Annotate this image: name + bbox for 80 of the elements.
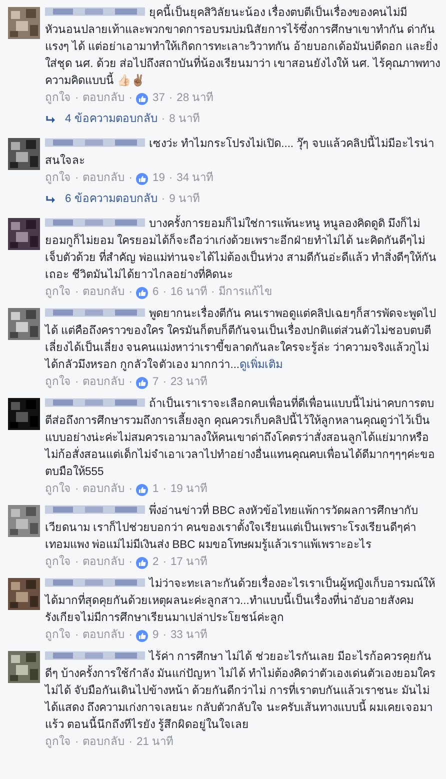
see-more-link[interactable]: ดูเพิ่มเติม [240,359,283,371]
separator: · [75,375,79,390]
like-count-icon [136,376,148,388]
comment-text: ยุคนี้เป็นยุคสิวิลัยนะน้อง เรื่องตบตีเป็นเรื่องของคนไม่มีหัวนอนปลายเท้าและพวกขาดการอบรมบ่มนิสัยการไร้ซึ่งการศึกษาเขาทำกัน ด่ากันแรงๆ ได้ แต่อย่าเอามาทำให้เกิดการทะเลาะวิวาทกัน อ้ายบอกเด้อมันบ่ดีดอก และยิ่งใส่ชุด นศ. ด้วย ส่อไปถึงสถาบันที่น้องเรียนมาว่า เขาสอนยังไงให้ นศ. ไร้คุณภาพทางความคิดแบบนี้ 👍🏻✌🏽 [45,5,440,90]
like-count-icon [136,556,148,568]
timestamp[interactable]: 21 นาที [136,734,174,751]
timestamp: 8 นาที [169,112,200,127]
like-count-icon [136,630,148,642]
like-count: 2 [152,555,159,570]
separator: · [161,112,166,127]
separator: · [162,482,166,497]
like-link[interactable]: ถูกใจ [45,627,71,644]
separator: · [75,171,79,186]
like-link[interactable]: ถูกใจ [45,374,71,391]
like-count-icon [136,92,148,104]
like-link[interactable]: ถูกใจ [45,554,71,571]
timestamp[interactable]: 19 นาที [170,481,207,498]
like-count: 1 [152,482,159,497]
separator: · [128,91,132,106]
separator: · [75,285,79,300]
like-count: 19 [152,171,165,186]
timestamp[interactable]: 33 นาที [170,627,207,644]
like-count-icon [136,286,148,298]
separator: · [128,555,132,570]
comment-text: ไร้ค่า การศึกษา ไม่ได้ ช่วยอะไรกันเลย มีอะไรก้อควรคุยกันดีๆ บ้างครั้งการใช้กำลัง มันแก่ปัญหา ไม่ได้ ทำไม่ต้องคิดว่าตัวเองเด่นตัวเองยอมใครไม่ได้ จับมือกันเดินไปข้างหน้า ด้วยกันดีกว่าไม่ การที่เราตบกันแล้วเราชนะ มันไม่ได้แสดง ถึงความเก่งกาจเลยนะ กลับตัวกลับใจ นะครับเส้นทางแบบนี้ ผมเคยเจอมาแร้ว ตอนนี้นึกถึงทีไรยัง รู้สึกผิดอยู่ในใจเลย [45,649,436,733]
separator: · [162,628,166,643]
like-count: 6 [152,285,159,300]
separator: · [211,285,215,300]
like-link[interactable]: ถูกใจ [45,284,71,301]
like-count-icon [136,484,148,496]
edited-label[interactable]: มีการแก้ไข [218,284,273,301]
separator: · [128,171,132,186]
like-count: 9 [152,628,159,643]
reply-arrow-icon [45,114,57,124]
like-count: 37 [152,91,165,106]
comment-text: บางครั้งการยอมก็ไม่ใช่การแพ้นะหนู หนูลองคิดดูดิ มึงก็ไม่ยอมกูก็ไม่ยอม ใครยอมได้ก็จะถือว่าเก่งด้วยเพราะอีกฝ่ายทำไม่ได้ นะคิดกันดีๆไม่เจ็บตัวด้วย ที่สำคัญ พ่อแม่ท่านจะได้ไม่ต้องเป็นห่วง สามดีกันอ่ะดีแล้ว ทำสิ่งดีๆให้กันเถอะ ชีวิตมันไม่ได้ยาวไกลอย่างที่คิดนะ [45,216,440,284]
reply-link[interactable]: ตอบกลับ [82,481,125,498]
separator: · [128,375,132,390]
separator: · [75,91,79,106]
like-link[interactable]: ถูกใจ [45,734,71,751]
replies-link[interactable]: 6 ข้อความตอบกลับ [65,191,158,208]
separator: · [162,285,166,300]
comment-text: พูดยากนะเรื่องตีกัน คนเราพอดูแต่คลิปเฉยๆก็สารพัดจะพูดไปได้ แต่คือถึงคราวของใคร ใครมันก็ตบก็ตีกันจนเป็นเรื่องปกติแต่ส่วนตัวไม่ชอบตบตี เลี่ยงได้เป็นเลี่ยง จนคนแม่งหาว่าเราขี้ขลาดกันละใครจะรู้ล่ะ ว่าความจริงแล้วกูไม่ได้กลัวมึงหรอก กูกลัวใจตัวเอง มากกว่า...ดูเพิ่มเติม [45,306,440,374]
comment-text: พึ่งอ่านข่าวที่ BBC ลงหัวข้อไทยแพ้การวัดผลการศึกษากับเวียดนาม เราก็ไปช่วยบอกว่า คนของเราตั้งใจเรียนแต่เป็นเพราะโรงเรียนดีๆค่าเทอมแพง พ่อแม่ไม่มีเงินส่ง BBC ผมขอโทษผมรู้แล้วเราแพ้เพราะอะไร [45,503,440,554]
timestamp[interactable]: 17 นาที [170,554,207,571]
separator: · [128,735,132,750]
separator: · [162,375,166,390]
comment-text: เซงว่ะ ทำไมกระโปรงไม่เปิด.... วุ๊ๆ จบแล้วคลิปนี้ไม่มีอะไรน่าสนใจละ [45,136,440,170]
reply-link[interactable]: ตอบกลับ [82,284,125,301]
separator: · [168,91,173,106]
separator: · [128,628,132,643]
separator: · [75,482,79,497]
like-link[interactable]: ถูกใจ [45,481,71,498]
reply-link[interactable]: ตอบกลับ [82,374,125,391]
separator: · [168,171,173,186]
like-link[interactable]: ถูกใจ [45,170,71,187]
timestamp[interactable]: 23 นาที [170,374,207,391]
like-count: 7 [152,375,159,390]
reply-link[interactable]: ตอบกลับ [82,734,125,751]
reply-link[interactable]: ตอบกลับ [82,90,125,107]
like-link[interactable]: ถูกใจ [45,90,71,107]
separator: · [75,628,79,643]
reply-link[interactable]: ตอบกลับ [82,554,125,571]
reply-arrow-icon [45,194,57,204]
replies-link[interactable]: 4 ข้อความตอบกลับ [65,111,158,128]
separator: · [75,735,79,750]
separator: · [161,192,166,207]
separator: · [162,555,166,570]
reply-link[interactable]: ตอบกลับ [82,170,125,187]
separator: · [75,555,79,570]
like-count-icon [136,172,148,184]
reply-link[interactable]: ตอบกลับ [82,627,125,644]
separator: · [128,285,132,300]
timestamp: 9 นาที [169,192,200,207]
timestamp[interactable]: 16 นาที [170,284,207,301]
separator: · [128,482,132,497]
timestamp[interactable]: 28 นาที [176,90,214,107]
comment-text: ถ้าเป็นเราเราจะเลือกคบเพื่อนที่ดีเพื่อนแบบนี้ไม่น่าคบการตบตีส่อถึงการศึกษารวมถึงการเลี้ยงลูก คุณควรเก็บคลิปนี้ไว้ให้ลูกหลานคุณดูว่าไว้เป็นแบบอย่างน่ะค่ะไม่สมควรเอามาลงให้คนเขาด่าถึงโคตรว่าสั่งสอนลูกได้แย่มากหรือไม่ก้อสั่งสอนแต่เด็กไม่จำเอาเวลาไปทำอย่างอื่นแทนคุณคบเพื่อนได้ดีมากๆๆๆค่ะขอตบมือให้555 [45,396,440,481]
comment-text: ไม่ว่าจะทะเลาะกันด้วยเรื่องอะไรเราเป็นผู้หญิงเก็บอารมณ์ให้ได้มากที่สุดคุยกันด้วยเหตุผลนะค่ะลูกสาว...ทำแบบนี้เป็นเรื่องที่น่าอับอายสังคมรังเกียจไม่มีการศึกษาเรียนมาเปล่าประโยชน์ค่ะลูก [45,576,440,627]
timestamp[interactable]: 34 นาที [176,170,214,187]
